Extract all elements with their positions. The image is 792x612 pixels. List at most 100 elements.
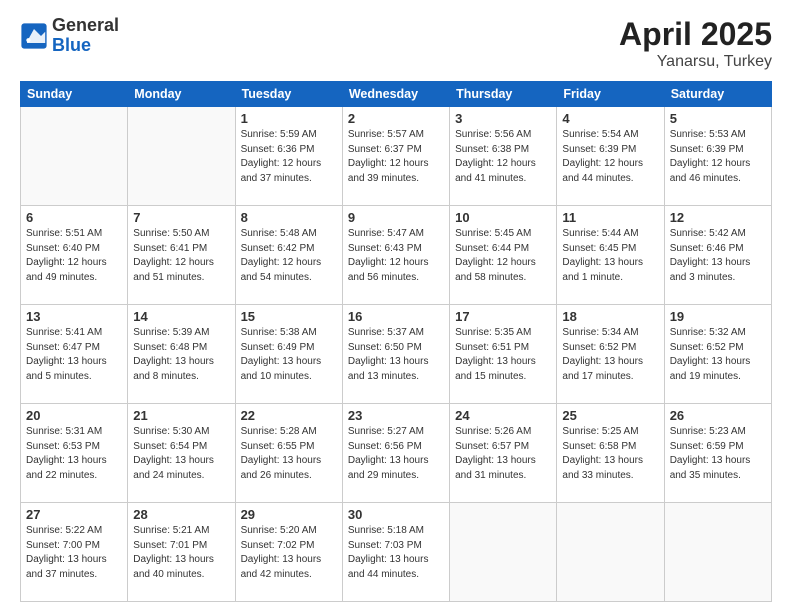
day-info: Sunrise: 5:35 AM Sunset: 6:51 PM Dayligh… (455, 326, 551, 384)
header: General Blue April 2025 Yanarsu, Turkey (20, 16, 772, 71)
calendar-week-row: 6 Sunrise: 5:51 AM Sunset: 6:40 PM Daylig… (21, 206, 772, 305)
day-number: 29 (241, 507, 337, 522)
day-info: Sunrise: 5:48 AM Sunset: 6:42 PM Dayligh… (241, 227, 337, 285)
table-row: 12 Sunrise: 5:42 AM Sunset: 6:46 PM Dayli… (664, 206, 771, 305)
day-info: Sunrise: 5:42 AM Sunset: 6:46 PM Dayligh… (670, 227, 766, 285)
table-row: 26 Sunrise: 5:23 AM Sunset: 6:59 PM Dayli… (664, 404, 771, 503)
title-block: April 2025 Yanarsu, Turkey (619, 16, 772, 71)
table-row: 21Sunrise: 5:30 AM Sunset: 6:54 PM Dayli… (128, 404, 235, 503)
day-number: 18 (562, 309, 658, 324)
calendar-week-row: 1Sunrise: 5:59 AM Sunset: 6:36 PM Daylig… (21, 107, 772, 206)
table-row: 10 Sunrise: 5:45 AM Sunset: 6:44 PM Dayli… (450, 206, 557, 305)
day-info: Sunrise: 5:27 AM Sunset: 6:56 PM Dayligh… (348, 425, 444, 483)
calendar-header-tuesday: Tuesday (235, 82, 342, 107)
table-row: 22 Sunrise: 5:28 AM Sunset: 6:55 PM Dayli… (235, 404, 342, 503)
day-info: Sunrise: 5:28 AM Sunset: 6:55 PM Dayligh… (241, 425, 337, 483)
day-info: Sunrise: 5:32 AM Sunset: 6:52 PM Dayligh… (670, 326, 766, 384)
day-info: Sunrise: 5:44 AM Sunset: 6:45 PM Dayligh… (562, 227, 658, 285)
day-info: Sunrise: 5:21 AM Sunset: 7:01 PM Dayligh… (133, 524, 229, 582)
day-number: 27 (26, 507, 122, 522)
day-number: 15 (241, 309, 337, 324)
day-number: 17 (455, 309, 551, 324)
day-number: 19 (670, 309, 766, 324)
day-info: Sunrise: 5:39 AM Sunset: 6:48 PM Dayligh… (133, 326, 229, 384)
day-number: 1 (241, 111, 337, 126)
table-row (21, 107, 128, 206)
day-number: 8 (241, 210, 337, 225)
day-number: 16 (348, 309, 444, 324)
calendar-header-friday: Friday (557, 82, 664, 107)
table-row: 24 Sunrise: 5:26 AM Sunset: 6:57 PM Dayli… (450, 404, 557, 503)
table-row: 13Sunrise: 5:41 AM Sunset: 6:47 PM Dayli… (21, 305, 128, 404)
table-row: 6 Sunrise: 5:51 AM Sunset: 6:40 PM Daylig… (21, 206, 128, 305)
day-number: 7 (133, 210, 229, 225)
day-info: Sunrise: 5:57 AM Sunset: 6:37 PM Dayligh… (348, 128, 444, 186)
day-info: Sunrise: 5:37 AM Sunset: 6:50 PM Dayligh… (348, 326, 444, 384)
day-number: 26 (670, 408, 766, 423)
calendar-header-monday: Monday (128, 82, 235, 107)
day-info: Sunrise: 5:25 AM Sunset: 6:58 PM Dayligh… (562, 425, 658, 483)
day-number: 2 (348, 111, 444, 126)
day-info: Sunrise: 5:31 AM Sunset: 6:53 PM Dayligh… (26, 425, 122, 483)
logo-icon (20, 22, 48, 50)
table-row: 17 Sunrise: 5:35 AM Sunset: 6:51 PM Dayli… (450, 305, 557, 404)
day-number: 22 (241, 408, 337, 423)
logo-blue-text: Blue (52, 36, 119, 56)
day-info: Sunrise: 5:22 AM Sunset: 7:00 PM Dayligh… (26, 524, 122, 582)
table-row: 1Sunrise: 5:59 AM Sunset: 6:36 PM Daylig… (235, 107, 342, 206)
calendar-table: SundayMondayTuesdayWednesdayThursdayFrid… (20, 81, 772, 602)
day-number: 25 (562, 408, 658, 423)
table-row: 15 Sunrise: 5:38 AM Sunset: 6:49 PM Dayli… (235, 305, 342, 404)
day-number: 28 (133, 507, 229, 522)
calendar-week-row: 13Sunrise: 5:41 AM Sunset: 6:47 PM Dayli… (21, 305, 772, 404)
calendar-header-sunday: Sunday (21, 82, 128, 107)
calendar-week-row: 20Sunrise: 5:31 AM Sunset: 6:53 PM Dayli… (21, 404, 772, 503)
day-info: Sunrise: 5:56 AM Sunset: 6:38 PM Dayligh… (455, 128, 551, 186)
day-number: 11 (562, 210, 658, 225)
calendar-header-saturday: Saturday (664, 82, 771, 107)
table-row: 25 Sunrise: 5:25 AM Sunset: 6:58 PM Dayli… (557, 404, 664, 503)
table-row: 28 Sunrise: 5:21 AM Sunset: 7:01 PM Dayli… (128, 503, 235, 602)
day-number: 6 (26, 210, 122, 225)
table-row: 4Sunrise: 5:54 AM Sunset: 6:39 PM Daylig… (557, 107, 664, 206)
day-info: Sunrise: 5:38 AM Sunset: 6:49 PM Dayligh… (241, 326, 337, 384)
day-info: Sunrise: 5:23 AM Sunset: 6:59 PM Dayligh… (670, 425, 766, 483)
day-info: Sunrise: 5:53 AM Sunset: 6:39 PM Dayligh… (670, 128, 766, 186)
day-info: Sunrise: 5:34 AM Sunset: 6:52 PM Dayligh… (562, 326, 658, 384)
table-row (128, 107, 235, 206)
calendar-title: April 2025 (619, 16, 772, 53)
day-info: Sunrise: 5:54 AM Sunset: 6:39 PM Dayligh… (562, 128, 658, 186)
table-row: 30 Sunrise: 5:18 AM Sunset: 7:03 PM Dayli… (342, 503, 449, 602)
day-number: 3 (455, 111, 551, 126)
table-row: 16 Sunrise: 5:37 AM Sunset: 6:50 PM Dayli… (342, 305, 449, 404)
day-number: 13 (26, 309, 122, 324)
table-row (557, 503, 664, 602)
day-info: Sunrise: 5:20 AM Sunset: 7:02 PM Dayligh… (241, 524, 337, 582)
day-number: 24 (455, 408, 551, 423)
table-row: 29 Sunrise: 5:20 AM Sunset: 7:02 PM Dayli… (235, 503, 342, 602)
day-info: Sunrise: 5:18 AM Sunset: 7:03 PM Dayligh… (348, 524, 444, 582)
table-row: 19 Sunrise: 5:32 AM Sunset: 6:52 PM Dayli… (664, 305, 771, 404)
table-row: 18 Sunrise: 5:34 AM Sunset: 6:52 PM Dayli… (557, 305, 664, 404)
day-number: 10 (455, 210, 551, 225)
table-row: 7Sunrise: 5:50 AM Sunset: 6:41 PM Daylig… (128, 206, 235, 305)
day-number: 30 (348, 507, 444, 522)
table-row (664, 503, 771, 602)
day-info: Sunrise: 5:45 AM Sunset: 6:44 PM Dayligh… (455, 227, 551, 285)
day-number: 9 (348, 210, 444, 225)
table-row: 27 Sunrise: 5:22 AM Sunset: 7:00 PM Dayli… (21, 503, 128, 602)
day-info: Sunrise: 5:47 AM Sunset: 6:43 PM Dayligh… (348, 227, 444, 285)
day-number: 21 (133, 408, 229, 423)
logo: General Blue (20, 16, 119, 56)
day-number: 23 (348, 408, 444, 423)
day-number: 12 (670, 210, 766, 225)
table-row: 9 Sunrise: 5:47 AM Sunset: 6:43 PM Daylig… (342, 206, 449, 305)
table-row: 23 Sunrise: 5:27 AM Sunset: 6:56 PM Dayli… (342, 404, 449, 503)
logo-general-text: General (52, 16, 119, 36)
day-info: Sunrise: 5:51 AM Sunset: 6:40 PM Dayligh… (26, 227, 122, 285)
day-number: 5 (670, 111, 766, 126)
calendar-week-row: 27 Sunrise: 5:22 AM Sunset: 7:00 PM Dayli… (21, 503, 772, 602)
day-info: Sunrise: 5:26 AM Sunset: 6:57 PM Dayligh… (455, 425, 551, 483)
calendar-header-row: SundayMondayTuesdayWednesdayThursdayFrid… (21, 82, 772, 107)
table-row: 20Sunrise: 5:31 AM Sunset: 6:53 PM Dayli… (21, 404, 128, 503)
